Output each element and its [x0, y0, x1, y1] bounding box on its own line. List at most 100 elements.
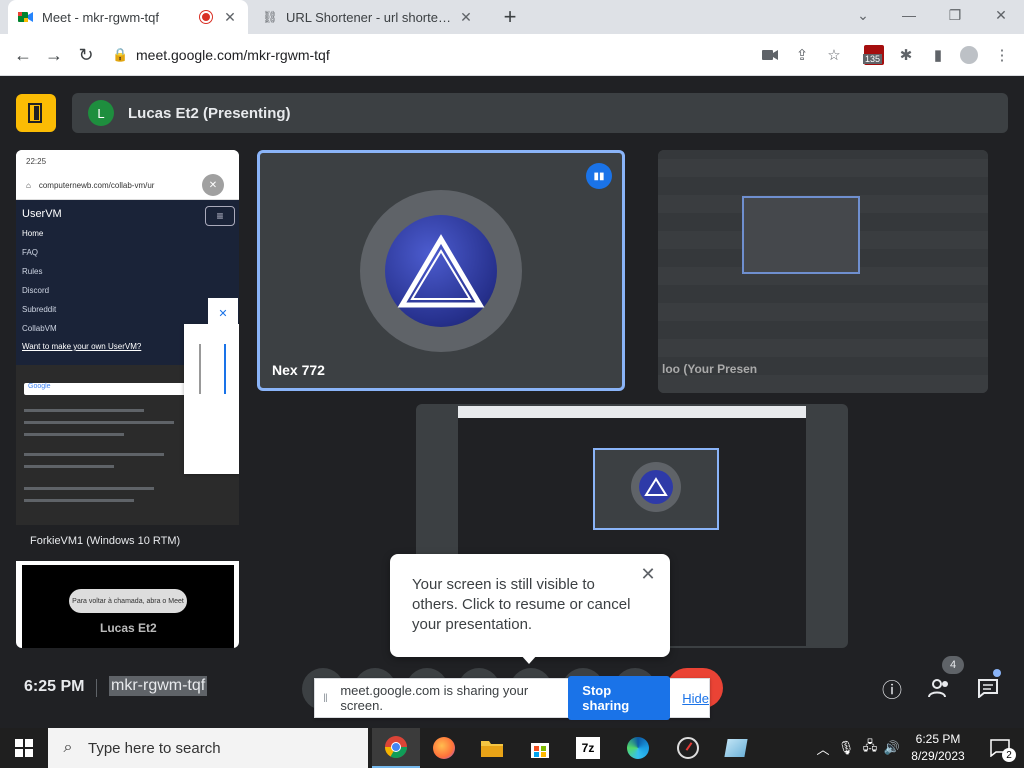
avatar-triangle-icon — [385, 215, 497, 327]
reload-icon[interactable]: ↻ — [73, 42, 99, 68]
presenting-banner[interactable]: L Lucas Et2 (Presenting) — [72, 93, 1008, 133]
tab-meet[interactable]: Meet - mkr-rgwm-tqf ✕ — [8, 0, 248, 34]
action-center-icon[interactable]: 2 — [980, 728, 1020, 768]
camera-icon[interactable] — [759, 45, 781, 65]
stop-sharing-button[interactable]: Stop sharing — [568, 676, 671, 720]
participant-name-nex: Nex 772 — [272, 362, 325, 378]
clock-time: 6:25 PM — [915, 732, 961, 746]
drag-handle-icon[interactable]: ‖ — [323, 691, 332, 705]
clock-date: 8/29/2023 — [911, 749, 965, 763]
volume-panel: ✕ — [184, 298, 239, 474]
browser-tab-bar: Meet - mkr-rgwm-tqf ✕ ⛓ URL Shortener - … — [0, 0, 1024, 34]
hamburger-menu-icon: ≡ — [205, 206, 235, 226]
edge-taskbar-icon[interactable] — [614, 728, 662, 768]
close-tab-icon[interactable]: ✕ — [458, 9, 474, 26]
address-toolbar: ← → ↻ 🔒 meet.google.com/mkr-rgwm-tqf ⇪ ☆… — [0, 34, 1024, 76]
phone-url-text: computernewb.com/collab-vm/ur — [38, 181, 155, 190]
presenter-avatar: L — [88, 100, 114, 126]
network-icon[interactable]: 🖧 — [860, 728, 880, 768]
minimize-icon[interactable]: — — [886, 0, 932, 30]
notification-count-badge: 2 — [1002, 748, 1016, 762]
speedometer-taskbar-icon[interactable] — [664, 728, 712, 768]
presentation-tooltip: Your screen is still visible to others. … — [390, 554, 670, 664]
people-icon[interactable] — [926, 674, 954, 702]
tab-url-shortener[interactable]: ⛓ URL Shortener - url shortening se ✕ — [252, 0, 484, 34]
chat-unread-dot — [993, 669, 1001, 677]
avatar-ring — [360, 190, 522, 352]
tab-title: Meet - mkr-rgwm-tqf — [42, 9, 159, 25]
url-bar[interactable]: 🔒 meet.google.com/mkr-rgwm-tqf — [112, 40, 742, 70]
info-icon[interactable]: ⓘ — [878, 674, 906, 702]
presenting-label: Lucas Et2 (Presenting) — [128, 104, 291, 122]
close-window-icon[interactable]: ✕ — [978, 0, 1024, 30]
link-favicon-icon: ⛓ — [262, 10, 278, 24]
file-explorer-taskbar-icon[interactable] — [468, 728, 516, 768]
chat-icon[interactable] — [974, 674, 1002, 702]
volume-icon[interactable]: 🔊 — [882, 728, 902, 768]
google-search-bar: Google — [24, 383, 199, 395]
hide-link[interactable]: Hide — [682, 691, 709, 706]
tooltip-message: Your screen is still visible to others. … — [412, 576, 631, 633]
speaker-muted-icon: ✕ — [208, 298, 238, 328]
taskbar-clock[interactable]: 6:25 PM 8/29/2023 — [904, 731, 972, 765]
menu-item-subreddit: Subreddit — [22, 305, 57, 314]
sharing-message: meet.google.com is sharing your screen. — [340, 683, 529, 713]
participant-tile-nex[interactable]: ▮▮ Nex 772 — [257, 150, 625, 391]
bookmark-star-icon[interactable]: ☆ — [823, 45, 845, 65]
url-text: meet.google.com/mkr-rgwm-tqf — [136, 47, 330, 63]
meeting-code: mkr-rgwm-tqf — [109, 676, 208, 696]
firefox-taskbar-icon[interactable] — [420, 728, 468, 768]
menu-item-rules: Rules — [22, 267, 43, 276]
meeting-time: 6:25 PM — [24, 678, 85, 695]
chrome-taskbar-icon[interactable] — [372, 728, 420, 768]
forward-icon[interactable]: → — [41, 42, 67, 68]
captured-avatar-icon — [639, 470, 673, 504]
taskbar-search[interactable]: ⌕ Type here to search — [48, 728, 368, 768]
screen-sharing-bar: ‖ meet.google.com is sharing your screen… — [314, 676, 710, 720]
chrome-menu-icon[interactable]: ⋮ — [991, 45, 1013, 65]
phone-status-bar: 22:25 — [16, 150, 239, 172]
show-hidden-icons-icon[interactable]: ︿ — [814, 728, 832, 768]
store-taskbar-icon[interactable] — [516, 728, 564, 768]
participant-tile-lucas[interactable]: 22:25 ⌂ computernewb.com/collab-vm/ur ✕ … — [16, 150, 239, 648]
participant-tile-self-presentation[interactable]: loo (Your Presen — [658, 150, 988, 393]
windows-start-icon[interactable] — [0, 728, 48, 768]
preview-name: Lucas Et2 — [100, 621, 157, 635]
tooltip-arrow — [520, 654, 538, 664]
captured-tile — [593, 448, 719, 530]
notes-taskbar-icon[interactable] — [712, 728, 760, 768]
tab-search-icon[interactable]: ⌄ — [840, 0, 886, 30]
back-icon[interactable]: ← — [10, 42, 36, 68]
search-placeholder: Type here to search — [88, 739, 221, 757]
extension-badge: 135 — [863, 54, 883, 64]
mic-muted-icon: ✕ — [202, 174, 224, 196]
extensions-puzzle-icon[interactable]: ✱ — [895, 45, 917, 65]
meet-favicon-icon — [18, 9, 34, 25]
exit-door-icon[interactable] — [16, 94, 56, 132]
side-panel-icon[interactable]: ▮ — [927, 45, 949, 65]
close-tab-icon[interactable]: ✕ — [222, 9, 238, 26]
7zip-taskbar-icon[interactable]: 7z — [564, 728, 612, 768]
phone-time: 22:25 — [26, 156, 47, 166]
return-to-call-pill: Para voltar à chamada, abra o Meet — [69, 589, 187, 613]
extension-calendar-icon[interactable]: 135 — [862, 45, 886, 65]
nested-tile — [742, 196, 860, 274]
participant-count-badge: 4 — [942, 656, 964, 674]
restore-icon[interactable]: ❐ — [932, 0, 978, 30]
meet-stage: L Lucas Et2 (Presenting) 22:25 ⌂ compute… — [0, 77, 1024, 727]
menu-item-faq: FAQ — [22, 248, 39, 257]
divider — [96, 679, 97, 697]
lock-icon[interactable]: 🔒 — [112, 47, 136, 63]
windows-taskbar: ⌕ Type here to search 7z ︿ 🎙 🖧 🔊 6:25 PM… — [0, 728, 1024, 768]
speaking-indicator-icon: ▮▮ — [586, 163, 612, 189]
microphone-tray-icon[interactable]: 🎙 — [836, 728, 856, 768]
home-icon: ⌂ — [26, 181, 31, 190]
menu-item-discord: Discord — [22, 286, 50, 295]
new-tab-icon[interactable]: + — [498, 4, 522, 30]
share-icon[interactable]: ⇪ — [791, 45, 813, 65]
profile-avatar-icon[interactable] — [958, 45, 980, 65]
participant-name-forkievm: ForkieVM1 (Windows 10 RTM) — [16, 525, 239, 561]
close-tooltip-icon[interactable]: ✕ — [638, 564, 658, 584]
menu-item-home: Home — [22, 229, 44, 238]
search-icon: ⌕ — [63, 739, 73, 756]
